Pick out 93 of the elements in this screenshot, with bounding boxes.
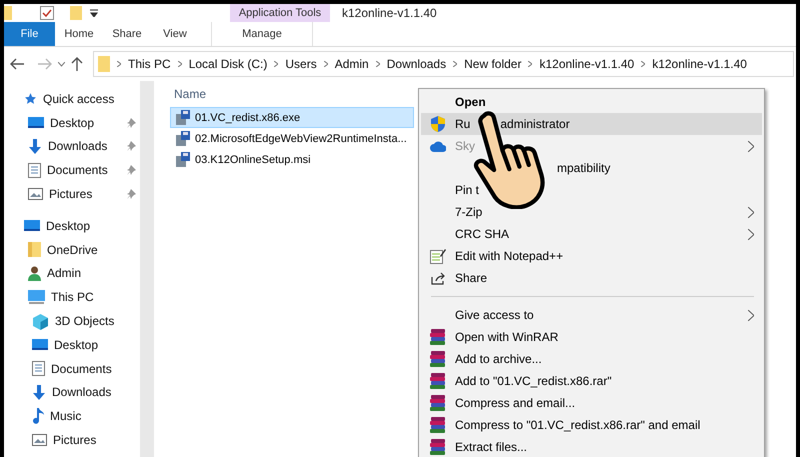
ribbon-tab[interactable]: View (151, 22, 199, 46)
up-arrow-icon[interactable] (71, 57, 83, 71)
books-stack-icon (430, 417, 446, 433)
music-note-icon (32, 408, 44, 424)
folder-icon (4, 6, 12, 20)
menu-item[interactable]: CRC SHA (421, 223, 762, 245)
context-tab-header: Application Tools (230, 4, 330, 22)
window-title: k12online-v1.1.40 (341, 5, 437, 22)
sidebar-item[interactable]: Desktop (46, 218, 140, 233)
menu-item[interactable]: Give access to (421, 304, 762, 326)
menu-item[interactable]: Open with WinRAR (421, 326, 762, 348)
desktop-icon (24, 219, 40, 232)
column-header[interactable]: Name (174, 87, 206, 101)
sidebar-item[interactable]: Admin (47, 266, 140, 280)
download-arrow-icon (28, 138, 42, 154)
menu-item[interactable]: Compress to "01.VC_redist.x86.rar" and email (421, 414, 762, 436)
breadcrumb[interactable]: k12online-v1.1.40 (652, 57, 747, 71)
installer-icon (175, 130, 191, 146)
chevron-right-icon (117, 61, 121, 67)
menu-item[interactable]: Ru administrator (421, 113, 762, 135)
cloud-icon (430, 140, 446, 152)
chevron-down-icon[interactable] (58, 62, 65, 66)
share-icon (430, 272, 446, 284)
sidebar-item[interactable]: Pictures (53, 433, 140, 448)
file-row[interactable]: 01.VC_redist.x86.exe (170, 107, 414, 128)
chevron-right-icon (324, 61, 328, 67)
sidebar-item[interactable]: 3D Objects (55, 314, 140, 328)
breadcrumb[interactable]: Users (285, 57, 317, 71)
breadcrumb[interactable]: New folder (464, 57, 522, 71)
chevron-right-icon (453, 61, 458, 67)
breadcrumb[interactable]: Local Disk (C:) (188, 57, 268, 71)
menu-item[interactable]: Open (421, 91, 762, 113)
shield-icon (431, 116, 445, 132)
file-row[interactable]: 03.K12OnlineSetup.msi (170, 149, 414, 170)
sidebar-item[interactable]: Downloads (48, 139, 121, 154)
back-arrow-icon[interactable] (10, 58, 24, 70)
books-stack-icon (430, 395, 446, 411)
breadcrumb[interactable]: Admin (334, 57, 369, 71)
books-stack-icon (430, 329, 446, 345)
breadcrumb[interactable]: k12online-v1.1.40 (539, 57, 634, 71)
ribbon-tab[interactable]: Manage (211, 22, 313, 46)
breadcrumb[interactable]: Downloads (386, 57, 446, 71)
sidebar-item[interactable]: Documents (51, 362, 140, 376)
ribbon-tab[interactable]: File (4, 22, 55, 46)
document-icon (28, 162, 41, 178)
sidebar-item[interactable]: Desktop (50, 116, 121, 130)
menu-item[interactable]: Share (421, 267, 762, 289)
picture-icon (32, 434, 47, 446)
sidebar-item[interactable]: This PC (51, 290, 140, 304)
menu-item[interactable]: 7-Zip (421, 201, 762, 223)
desktop-icon (28, 116, 44, 130)
sidebar-item[interactable]: Quick access (43, 92, 140, 106)
picture-icon (28, 188, 43, 200)
address-bar[interactable]: This PC Local Disk (C:) Users Admin Downloads New folder k12online-v1.1.40 k12online-v1.1.40 (93, 51, 794, 77)
cube-icon (32, 312, 49, 330)
chevron-right-icon (641, 61, 646, 67)
books-stack-icon (430, 439, 446, 455)
person-icon (28, 266, 41, 281)
chevron-right-icon (528, 61, 532, 67)
chevron-right-icon (274, 61, 278, 67)
chevron-right-icon (376, 61, 380, 67)
chevron-right-icon (178, 61, 182, 67)
menu-item[interactable]: Compress and email... (421, 392, 762, 414)
books-stack-icon (430, 351, 446, 367)
menu-item[interactable]: Pin t (421, 179, 762, 201)
installer-icon (175, 152, 191, 168)
books-stack-icon (430, 373, 446, 389)
sidebar-item[interactable]: Music (50, 409, 140, 424)
folder-icon (28, 242, 41, 258)
desktop-icon (32, 338, 48, 352)
ribbon-tab[interactable]: Home (55, 22, 103, 46)
menu-item[interactable]: Edit with Notepad++ (421, 245, 762, 267)
breadcrumb[interactable]: This PC (128, 57, 171, 71)
download-arrow-icon (32, 384, 46, 400)
sidebar-item[interactable]: OneDrive (47, 242, 140, 257)
menu-item[interactable]: Extract files... (421, 436, 762, 457)
sidebar-item[interactable]: Pictures (49, 187, 121, 202)
dropdown-icon[interactable] (90, 9, 98, 17)
menu-item[interactable]: Add to archive... (421, 348, 762, 370)
checkbox-icon[interactable] (40, 6, 54, 20)
file-row[interactable]: 02.MicrosoftEdgeWebView2RuntimeInsta... (170, 128, 414, 149)
sidebar-item[interactable]: Desktop (54, 338, 140, 352)
menu-item[interactable]: mpatibility (421, 157, 762, 179)
sidebar-item[interactable]: Downloads (52, 385, 140, 400)
menu-item[interactable]: Add to "01.VC_redist.x86.rar" (421, 370, 762, 392)
star-icon (24, 92, 37, 106)
document-icon (32, 361, 45, 376)
computer-icon (28, 290, 45, 305)
ribbon-tab[interactable]: Share (103, 22, 151, 46)
installer-icon (175, 110, 191, 126)
notepad-icon (430, 248, 446, 264)
sidebar-item[interactable]: Documents (47, 163, 121, 178)
folder-icon (98, 56, 110, 72)
